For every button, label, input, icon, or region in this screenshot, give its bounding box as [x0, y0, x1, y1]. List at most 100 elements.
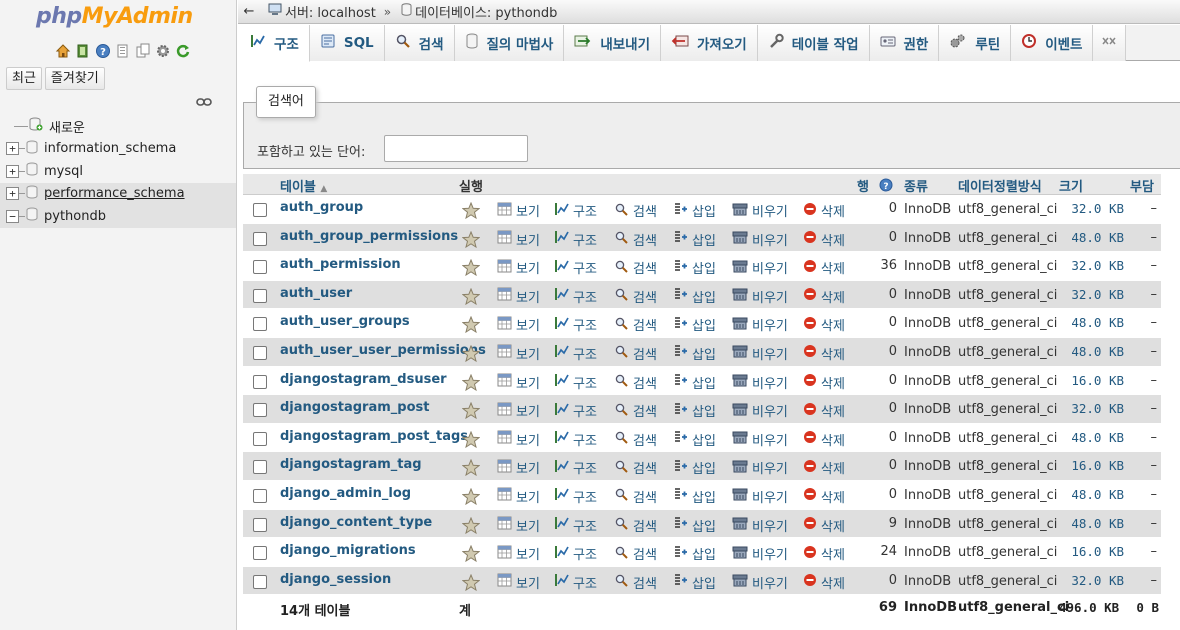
insert-button[interactable]: 삽입 [673, 344, 716, 363]
size-link[interactable]: 32.0 KB [1071, 201, 1124, 216]
help-icon[interactable]: ? [879, 178, 893, 196]
search-button[interactable]: 검색 [614, 487, 657, 506]
favorite-star-icon[interactable] [461, 258, 481, 280]
insert-button[interactable]: 삽입 [673, 401, 716, 420]
structure-button[interactable]: 구조 [554, 430, 597, 449]
search-button[interactable]: 검색 [614, 201, 657, 220]
tab-import[interactable]: 가져오기 [661, 25, 758, 61]
drop-button[interactable]: 삭제 [803, 544, 845, 563]
browse-button[interactable]: 보기 [497, 344, 540, 363]
size-link[interactable]: 32.0 KB [1071, 287, 1124, 302]
header-size[interactable]: 크기 [1059, 176, 1083, 195]
structure-button[interactable]: 구조 [554, 287, 597, 306]
insert-button[interactable]: 삽입 [673, 516, 716, 535]
browse-button[interactable]: 보기 [497, 373, 540, 392]
empty-button[interactable]: 비우기 [732, 201, 788, 220]
table-name-link[interactable]: auth_user_user_permissions [280, 343, 486, 358]
browse-button[interactable]: 보기 [497, 516, 540, 535]
insert-button[interactable]: 삽입 [673, 201, 716, 220]
browse-button[interactable]: 보기 [497, 430, 540, 449]
drop-button[interactable]: 삭제 [803, 516, 845, 535]
search-button[interactable]: 검색 [614, 344, 657, 363]
insert-button[interactable]: 삽입 [673, 287, 716, 306]
table-name-link[interactable]: auth_permission [280, 257, 401, 272]
tab-routines[interactable]: 루틴 [939, 25, 1012, 61]
row-checkbox[interactable] [253, 488, 267, 503]
row-checkbox[interactable] [253, 231, 267, 246]
tab-export[interactable]: 내보내기 [564, 25, 661, 61]
structure-button[interactable]: 구조 [554, 458, 597, 477]
structure-button[interactable]: 구조 [554, 516, 597, 535]
structure-button[interactable]: 구조 [554, 401, 597, 420]
search-button[interactable]: 검색 [614, 573, 657, 592]
row-checkbox[interactable] [253, 546, 267, 561]
drop-button[interactable]: 삭제 [803, 201, 845, 220]
search-button[interactable]: 검색 [614, 544, 657, 563]
row-checkbox[interactable] [253, 345, 267, 360]
search-button[interactable]: 검색 [614, 458, 657, 477]
row-checkbox[interactable] [253, 431, 267, 446]
size-link[interactable]: 48.0 KB [1071, 315, 1124, 330]
structure-button[interactable]: 구조 [554, 487, 597, 506]
empty-button[interactable]: 비우기 [732, 401, 788, 420]
collapse-icon[interactable]: − [6, 209, 19, 223]
size-link[interactable]: 16.0 KB [1071, 544, 1124, 559]
header-collation[interactable]: 데이터정렬방식 [958, 176, 1042, 195]
favorite-star-icon[interactable] [461, 287, 481, 309]
expand-icon[interactable]: + [6, 164, 19, 178]
favorite-star-icon[interactable] [461, 430, 481, 452]
gear-icon[interactable] [154, 42, 171, 59]
header-table-sort[interactable]: 테이블 ▲ [280, 176, 327, 195]
reload-icon[interactable] [174, 42, 191, 59]
header-rows[interactable]: 행 [857, 176, 869, 195]
drop-button[interactable]: 삭제 [803, 458, 845, 477]
size-link[interactable]: 48.0 KB [1071, 516, 1124, 531]
structure-button[interactable]: 구조 [554, 201, 597, 220]
browse-button[interactable]: 보기 [497, 287, 540, 306]
table-name-link[interactable]: auth_group [280, 200, 363, 215]
header-overhead[interactable]: 부담 [1130, 176, 1154, 195]
tab-events[interactable]: 이벤트 [1011, 25, 1094, 61]
browse-button[interactable]: 보기 [497, 573, 540, 592]
row-checkbox[interactable] [253, 574, 267, 589]
header-type[interactable]: 종류 [904, 176, 928, 195]
favorite-star-icon[interactable] [461, 459, 481, 480]
table-name-link[interactable]: auth_user [280, 286, 352, 301]
copy-icon[interactable] [134, 42, 151, 59]
browse-button[interactable]: 보기 [497, 544, 540, 563]
favorite-star-icon[interactable] [461, 230, 481, 252]
favorite-star-icon[interactable] [461, 573, 481, 595]
insert-button[interactable]: 삽입 [673, 573, 716, 592]
size-link[interactable]: 32.0 KB [1071, 401, 1124, 416]
table-name-link[interactable]: django_admin_log [280, 486, 411, 501]
size-link[interactable]: 16.0 KB [1071, 458, 1124, 473]
size-link[interactable]: 16.0 KB [1071, 373, 1124, 388]
drop-button[interactable]: 삭제 [803, 258, 845, 277]
empty-button[interactable]: 비우기 [732, 315, 788, 334]
favorite-star-icon[interactable] [461, 373, 481, 395]
tab-structure[interactable]: 구조 [240, 25, 310, 62]
empty-button[interactable]: 비우기 [732, 573, 788, 592]
empty-button[interactable]: 비우기 [732, 516, 788, 535]
structure-button[interactable]: 구조 [554, 258, 597, 277]
search-button[interactable]: 검색 [614, 315, 657, 334]
browse-button[interactable]: 보기 [497, 230, 540, 249]
size-link[interactable]: 32.0 KB [1071, 573, 1124, 588]
favorite-star-icon[interactable] [461, 544, 481, 566]
size-link[interactable]: 48.0 KB [1071, 344, 1124, 359]
size-link[interactable]: 32.0 KB [1071, 258, 1124, 273]
favorite-star-icon[interactable] [461, 401, 481, 423]
help-icon[interactable]: ? [94, 42, 111, 59]
insert-button[interactable]: 삽입 [673, 544, 716, 563]
search-button[interactable]: 검색 [614, 258, 657, 277]
breadcrumb-server[interactable]: 서버: localhost [268, 2, 376, 21]
size-link[interactable]: 48.0 KB [1071, 430, 1124, 445]
empty-button[interactable]: 비우기 [732, 544, 788, 563]
insert-button[interactable]: 삽입 [673, 230, 716, 249]
row-checkbox[interactable] [253, 374, 267, 389]
search-button[interactable]: 검색 [614, 287, 657, 306]
empty-button[interactable]: 비우기 [732, 258, 788, 277]
empty-button[interactable]: 비우기 [732, 430, 788, 449]
drop-button[interactable]: 삭제 [803, 487, 845, 506]
browse-button[interactable]: 보기 [497, 487, 540, 506]
